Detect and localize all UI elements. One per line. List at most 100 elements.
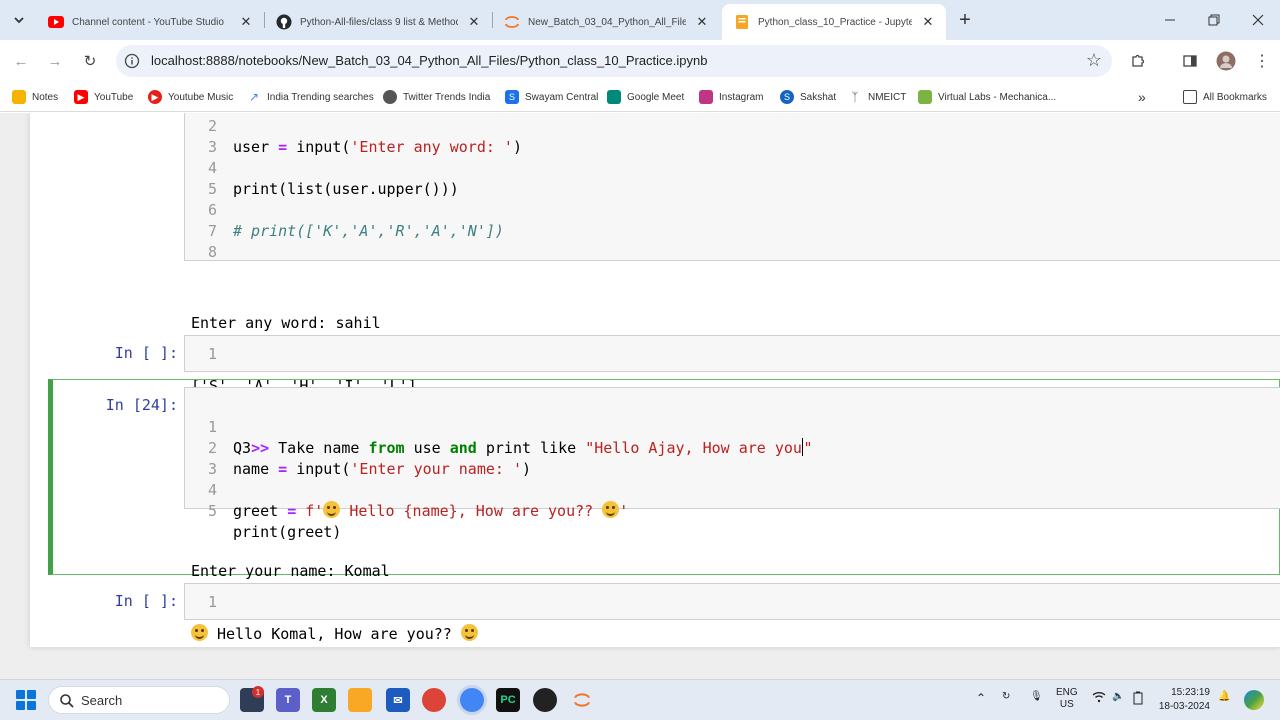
back-button[interactable]: ← [9,49,33,73]
all-bookmarks-button[interactable]: All Bookmarks [1183,88,1267,106]
tab-github[interactable]: Python-All-files/class 9 list & Methods … [264,4,492,40]
tab-search-menu-button[interactable] [7,8,31,32]
folder-icon [1183,90,1197,104]
code-token: ) [512,138,522,156]
browser-menu-button[interactable]: ⋮ [1250,49,1274,73]
bookmark-notes[interactable]: Notes [12,88,58,106]
jupyter-app[interactable] [570,688,594,712]
code-cell-editor[interactable]: 1 [184,335,1280,372]
excel-icon: X [320,694,328,706]
bookmark-google-meet[interactable]: Google Meet [607,88,684,106]
avatar-icon [1216,51,1236,71]
restore-button[interactable] [1202,8,1226,32]
excel-app[interactable]: X [312,688,336,712]
bookmark-virtual-labs[interactable]: Virtual Labs - Mechanica... [918,88,1056,106]
side-panel-button[interactable] [1178,49,1202,73]
new-tab-button[interactable]: + [954,9,976,31]
reload-button[interactable]: ↻ [78,49,102,73]
language-indicator[interactable]: ENG US [1056,687,1078,711]
tab-title: New_Batch_03_04_Python_All_Files/ [528,16,686,28]
copilot-button[interactable] [1244,690,1264,710]
obs-app[interactable] [533,688,557,712]
line-number: 6 [207,201,217,219]
tray-overflow-button[interactable]: ⌃ [976,691,986,705]
bookmark-india-trending[interactable]: ↗ India Trending searches [247,88,374,106]
forward-button[interactable]: → [43,49,67,73]
bookmark-swayam[interactable]: S Swayam Central [505,88,598,106]
code-cell-editor[interactable]: 1 Q3>> Take name from use and print like… [184,387,1280,541]
tab-strip: Channel content - YouTube Studio ✕ Pytho… [0,0,1280,40]
language-label: ENG [1056,687,1078,698]
pycharm-icon: PC [500,694,516,706]
tab-notebook-active[interactable]: Python_class_10_Practice - Jupyter Noteb… [722,4,946,40]
code-cell-editor[interactable]: 2 3 user = input('Enter any word: ') 4 5 prin… [184,113,1280,261]
close-window-button[interactable] [1246,8,1270,32]
bookmark-label: Virtual Labs - Mechanica... [938,91,1057,103]
close-icon[interactable]: ✕ [466,14,482,30]
battery-icon[interactable] [1132,691,1144,708]
teams-app[interactable]: T [276,688,300,712]
pycharm-app[interactable]: PC [496,688,520,712]
all-bookmarks-label: All Bookmarks [1203,91,1267,103]
line-number: 4 [207,159,217,177]
chrome-app-active[interactable] [460,688,484,712]
notes-icon [12,90,26,104]
taskbar-search-box[interactable]: Search [48,686,230,714]
bookmark-label: Instagram [719,91,764,103]
profile-avatar[interactable] [1214,49,1238,73]
code-token: "Hello Ajay, How are you [585,439,802,457]
bookmark-sakshat[interactable]: S Sakshat [780,88,836,106]
tab-jupyter-tree[interactable]: New_Batch_03_04_Python_All_Files/ ✕ [492,4,720,40]
minimize-icon [1165,19,1175,21]
jupyter-icon [574,693,590,707]
output-line: Hello Komal, How are you?? [191,624,478,645]
code-line: user = input('Enter any word: ') [233,137,522,158]
bookmark-youtube-music[interactable]: ▶ Youtube Music [148,88,233,106]
mail-icon: ✉ [393,694,403,707]
minimize-button[interactable] [1158,8,1182,32]
line-number: 2 [207,117,217,135]
code-cell-editor[interactable]: 1 [184,583,1280,620]
system-clock[interactable]: 15:23:19 18-03-2024 [1150,686,1210,714]
bookmark-label: India Trending searches [267,91,374,103]
bookmark-twitter-trends[interactable]: Twitter Trends India [383,88,490,106]
smiling-face-emoji-icon [602,501,620,518]
github-icon [276,14,292,30]
address-bar[interactable]: localhost:8888/notebooks/New_Batch_03_04… [116,45,1112,77]
bookmark-label: Notes [32,91,59,103]
side-panel-icon [1183,55,1197,67]
extensions-button[interactable] [1126,49,1150,73]
code-token: 'Enter your name: ' [350,460,522,478]
close-icon[interactable]: ✕ [694,14,710,30]
notebook-scroll-area[interactable]: 2 3 user = input('Enter any word: ') 4 5 prin… [0,113,1280,679]
code-token: = [287,502,297,520]
puzzle-icon [1132,54,1145,67]
code-token: print(list(user.upper())) [233,180,459,198]
close-icon[interactable]: ✕ [238,14,254,30]
bookmark-youtube[interactable]: ▶ YouTube [74,88,133,106]
volume-icon[interactable]: 🔈 [1112,691,1124,702]
tab-youtube-studio[interactable]: Channel content - YouTube Studio ✕ [36,4,264,40]
microphone-icon[interactable]: 🎙 [1030,691,1043,702]
clock-time: 15:23:19 [1171,687,1210,698]
notifications-bell-icon[interactable]: 🔔 [1218,691,1230,702]
mail-app[interactable]: ✉ [386,688,410,712]
wifi-icon[interactable] [1092,691,1106,706]
bookmarks-overflow-button[interactable]: » [1138,88,1146,106]
bookmark-label: Twitter Trends India [403,91,491,103]
bookmark-label: NMEICT [868,91,907,103]
bookmark-nmeict[interactable]: ᛉ NMEICT [848,88,906,106]
smiling-face-emoji-icon [191,624,208,641]
bookmark-instagram[interactable]: Instagram [699,88,763,106]
file-explorer-app[interactable] [348,688,372,712]
close-icon[interactable]: ✕ [920,14,936,30]
tray-sync-icon[interactable]: ↻ [1002,691,1010,702]
code-token: f' [296,502,324,520]
output-text: Hello Komal, How are you?? [208,625,461,643]
code-token: ' [619,502,629,520]
bookmark-star-icon[interactable]: ☆ [1086,50,1102,71]
code-token: user [233,138,279,156]
notification-badge: 1 [252,686,264,698]
start-button[interactable] [16,690,36,710]
chrome-app[interactable] [422,688,446,712]
